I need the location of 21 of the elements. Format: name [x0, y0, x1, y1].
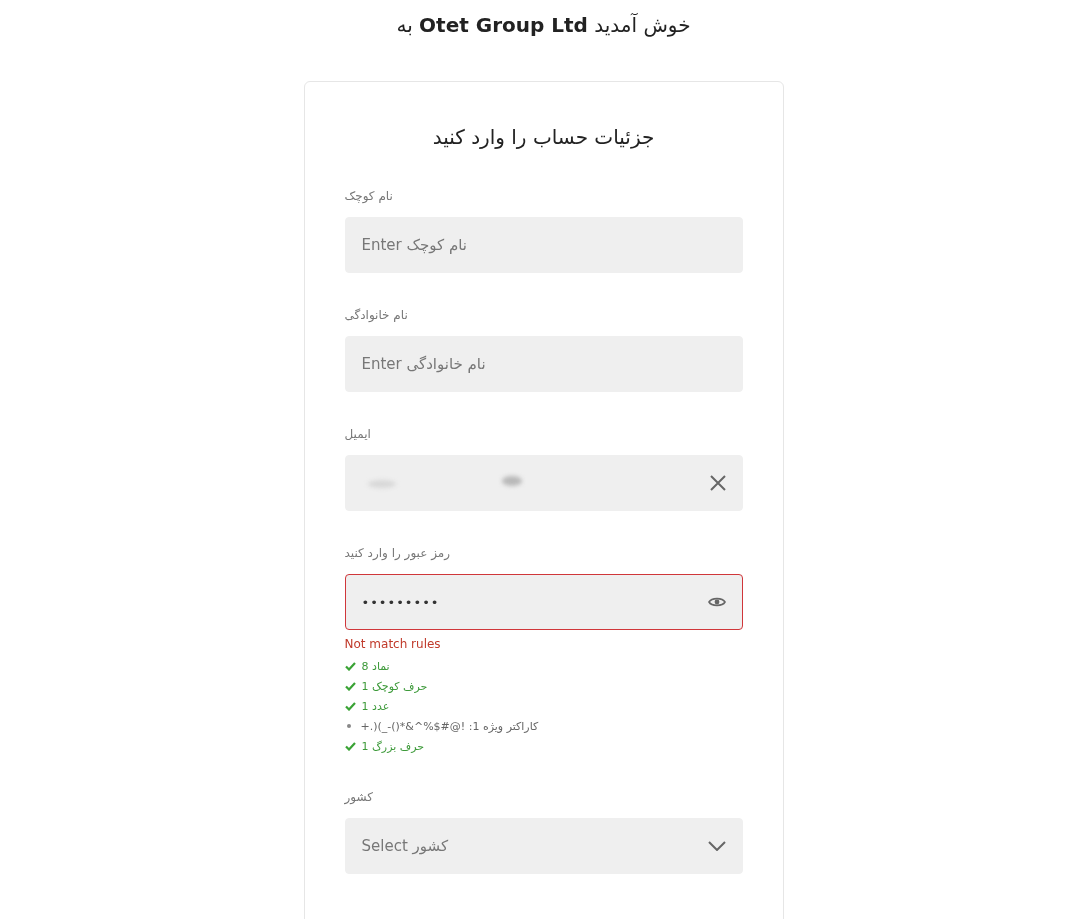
- password-rule: حرف بزرگ 1: [361, 739, 425, 753]
- input-field[interactable]: Enter نام خانوادگی: [344, 336, 743, 392]
- field-label: نام خانوادگی: [344, 307, 408, 323]
- close-icon[interactable]: [709, 475, 726, 491]
- password-field[interactable]: •••••••••: [344, 574, 743, 630]
- chevron-down-icon: [707, 841, 726, 851]
- password-rule: حرف کوچک 1: [361, 679, 428, 693]
- field-label: نام کوچک: [344, 188, 393, 204]
- country-select[interactable]: Select کشور: [344, 818, 743, 874]
- field-label: کشور: [344, 789, 373, 805]
- password-rule: کاراکتر ویژه 1: !@#$%^&*()-_)(.+: [360, 719, 539, 733]
- field-label: رمز عبور را وارد کنید: [344, 545, 451, 561]
- input-field[interactable]: Enter نام کوچک: [344, 217, 743, 273]
- field-label: ایمیل: [344, 426, 371, 442]
- password-value: •••••••••: [361, 594, 440, 610]
- eye-icon[interactable]: [707, 596, 726, 608]
- form-heading: جزئیات حساب را وارد کنید: [431, 124, 656, 151]
- email-field[interactable]: [344, 455, 743, 511]
- password-rule: عدد 1: [361, 699, 390, 713]
- password-rule: نماد 8: [361, 659, 390, 673]
- error-message: Not match rules: [344, 637, 441, 651]
